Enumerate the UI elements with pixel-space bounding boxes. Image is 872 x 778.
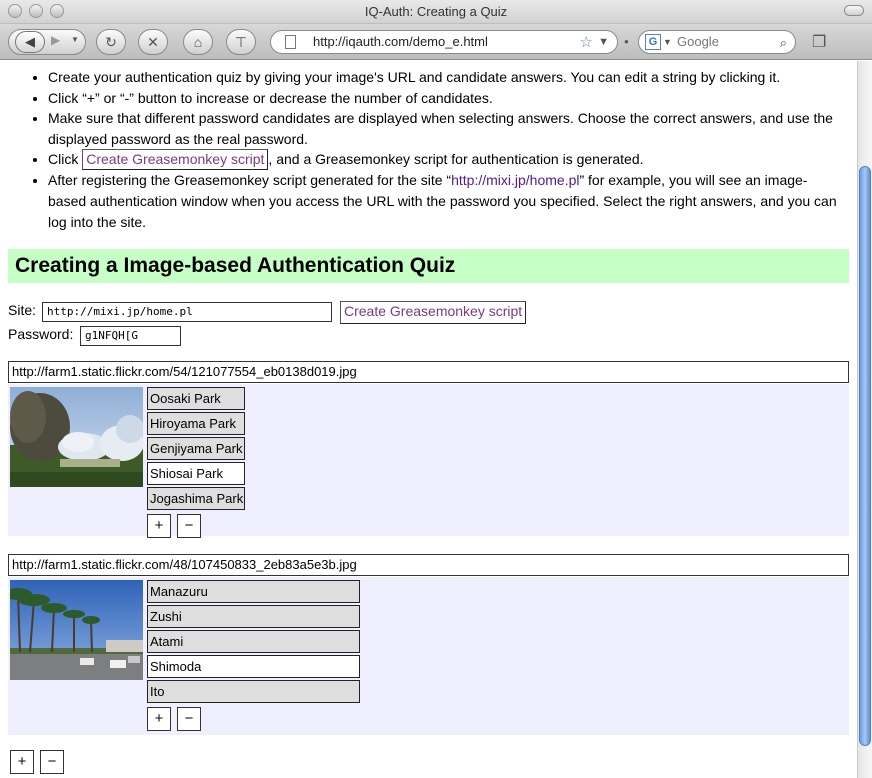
answer-option[interactable]: Zushi bbox=[147, 605, 360, 628]
title-bar: IQ-Auth: Creating a Quiz bbox=[0, 0, 872, 24]
answer-option[interactable]: Oosaki Park bbox=[147, 387, 245, 410]
search-icon[interactable]: ⌕ bbox=[780, 32, 787, 54]
address-text[interactable]: http://iqauth.com/demo_e.html bbox=[313, 34, 488, 49]
quiz-photo-park bbox=[10, 387, 143, 487]
page-icon bbox=[285, 35, 296, 49]
site-label: Site: bbox=[8, 302, 37, 318]
forward-arrow-icon[interactable]: ▶ bbox=[51, 33, 60, 47]
stop-icon[interactable]: ✕ bbox=[138, 29, 168, 55]
add-candidate-button[interactable]: + bbox=[147, 514, 171, 538]
toolbar-toggle-icon[interactable] bbox=[844, 5, 864, 16]
answer-option-selected[interactable]: Shimoda bbox=[147, 655, 360, 678]
search-field[interactable]: G ▼ Google ⌕ bbox=[638, 30, 796, 54]
remove-candidate-button[interactable]: − bbox=[177, 514, 201, 538]
instruction-item: After registering the Greasemonkey scrip… bbox=[48, 170, 845, 232]
google-icon[interactable]: G bbox=[645, 34, 661, 50]
home-icon[interactable]: ⌂ bbox=[183, 29, 213, 55]
back-arrow-icon[interactable]: ◀ bbox=[15, 31, 45, 53]
answer-option[interactable]: Manazuru bbox=[147, 580, 360, 603]
history-dropdown-icon[interactable]: ▼ bbox=[71, 35, 79, 44]
answer-option-selected[interactable]: Shiosai Park bbox=[147, 462, 245, 485]
bookmark-icon[interactable]: ⊤ bbox=[226, 29, 256, 55]
tabs-overview-icon[interactable]: ❐ bbox=[812, 32, 834, 52]
remove-quiz-button[interactable]: − bbox=[40, 750, 64, 774]
search-engine-dropdown-icon[interactable]: ▼ bbox=[663, 31, 672, 53]
instruction-item: Create your authentication quiz by givin… bbox=[48, 67, 845, 88]
back-forward-group: ◀ ▶ ▼ bbox=[8, 29, 86, 55]
reload-icon[interactable]: ↻ bbox=[96, 29, 126, 55]
create-script-button[interactable]: Create Greasemonkey script bbox=[340, 301, 527, 324]
url-dropdown-icon[interactable]: ▼ bbox=[598, 31, 609, 53]
password-label: Password: bbox=[8, 326, 74, 342]
instruction-text: , and a Greasemonkey script for authenti… bbox=[268, 151, 644, 168]
instructions-list: Create your authentication quiz by givin… bbox=[0, 67, 857, 232]
instruction-item: Click Create Greasemonkey script, and a … bbox=[48, 149, 845, 171]
scrollbar-thumb[interactable] bbox=[859, 166, 871, 746]
example-site-link[interactable]: http://mixi.jp/home.pl bbox=[451, 172, 579, 188]
instruction-text: Create your authentication quiz by givin… bbox=[48, 69, 781, 85]
answer-option[interactable]: Ito bbox=[147, 680, 360, 703]
instruction-text: After registering the Greasemonkey scrip… bbox=[48, 172, 452, 189]
quiz-image-url[interactable]: http://farm1.static.flickr.com/48/107450… bbox=[8, 554, 849, 576]
star-icon[interactable]: ☆ bbox=[580, 32, 593, 54]
browser-toolbar: ◀ ▶ ▼ ↻ ✕ ⌂ ⊤ http://iqauth.com/demo_e.h… bbox=[0, 24, 872, 60]
password-display[interactable]: g1NFQH[G bbox=[80, 326, 181, 346]
instruction-text: Click “+” or “-” button to increase or d… bbox=[48, 89, 493, 106]
window-title: IQ-Auth: Creating a Quiz bbox=[364, 4, 508, 19]
search-placeholder: Google bbox=[677, 34, 719, 49]
page-content: Create your authentication quiz by givin… bbox=[0, 61, 857, 778]
quiz-panel: Oosaki Park Hiroyama Park Genjiyama Park… bbox=[8, 384, 849, 538]
instruction-text: Make sure that different password candid… bbox=[48, 110, 833, 147]
answer-option[interactable]: Jogashima Park bbox=[147, 487, 245, 510]
separator-dot-icon: ● bbox=[624, 37, 629, 46]
quiz-panel: Manazuru Zushi Atami Shimoda Ito + − bbox=[8, 577, 849, 735]
instruction-text: Click bbox=[48, 151, 79, 168]
add-candidate-button[interactable]: + bbox=[147, 707, 171, 731]
quiz-photo-palm-street bbox=[10, 580, 143, 680]
instruction-item: Make sure that different password candid… bbox=[48, 108, 845, 149]
inline-create-script-button[interactable]: Create Greasemonkey script bbox=[82, 149, 269, 171]
answer-option[interactable]: Genjiyama Park bbox=[147, 437, 245, 460]
section-heading: Creating a Image-based Authentication Qu… bbox=[8, 249, 849, 283]
site-input[interactable]: http://mixi.jp/home.pl bbox=[42, 302, 332, 322]
remove-candidate-button[interactable]: − bbox=[177, 707, 201, 731]
answer-option[interactable]: Hiroyama Park bbox=[147, 412, 245, 435]
instruction-item: Click “+” or “-” button to increase or d… bbox=[48, 88, 845, 109]
address-bar[interactable]: http://iqauth.com/demo_e.html ☆ ▼ bbox=[270, 30, 618, 54]
add-quiz-button[interactable]: + bbox=[10, 750, 34, 774]
answer-option[interactable]: Atami bbox=[147, 630, 360, 653]
quiz-image-url[interactable]: http://farm1.static.flickr.com/54/121077… bbox=[8, 361, 849, 383]
